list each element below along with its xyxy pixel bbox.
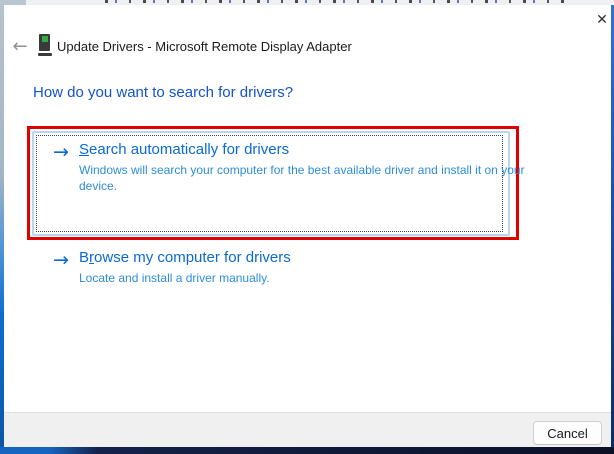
option-title-text: earch automatically for drivers [89,141,289,158]
close-icon: ✕ [596,12,608,28]
back-button[interactable]: ← [6,35,34,59]
display-adapter-icon-screen [42,36,48,42]
background-window-bottom-edge [0,447,614,454]
option-search-description: Windows will search your computer for th… [79,163,531,194]
page-heading: How do you want to search for drivers? [33,84,293,101]
background-text-fragments [105,0,565,3]
option-browse-computer[interactable]: → Browse my computer for drivers Locate … [53,250,503,292]
option-browse-description: Locate and install a driver manually. [79,271,531,287]
dialog-title: Update Drivers - Microsoft Remote Displa… [57,39,352,54]
update-drivers-dialog: ✕ ← Update Drivers - Microsoft Remote Di… [4,5,611,447]
display-adapter-icon [38,34,52,56]
option-title-text: B [79,249,89,266]
back-arrow-icon: ← [12,36,27,57]
option-search-title: Search automatically for drivers [79,141,289,158]
footer-bar: Cancel [4,412,611,447]
option-title-text: owse my computer for drivers [94,249,291,266]
close-button[interactable]: ✕ [589,7,614,33]
arrow-icon: → [53,142,69,162]
option-search-automatically[interactable]: → Search automatically for drivers Windo… [53,142,503,200]
option-browse-title: Browse my computer for drivers [79,249,291,266]
cancel-button[interactable]: Cancel [533,421,602,445]
arrow-icon: → [53,250,69,270]
display-adapter-icon-base [38,53,52,56]
option-title-accelerator: S [79,141,89,158]
screenshot-root: ✕ ← Update Drivers - Microsoft Remote Di… [0,0,614,454]
